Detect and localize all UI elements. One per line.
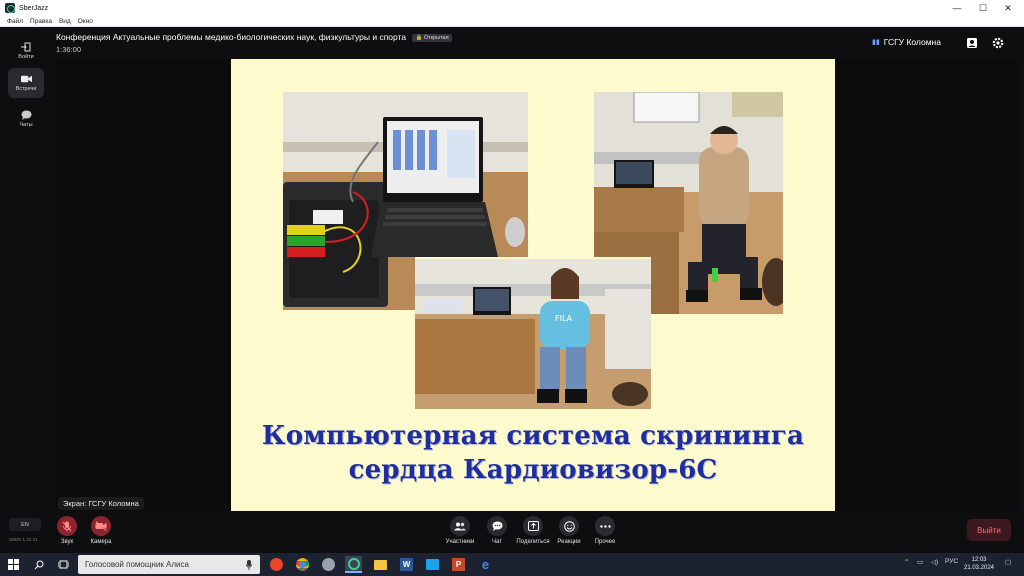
sidebar-item-label: Войти xyxy=(18,53,34,60)
alice-search-box[interactable]: Голосовой помощник Алиса xyxy=(78,555,260,574)
menu-bar: Файл Правка Вид Окно xyxy=(0,16,1024,27)
chrome-icon xyxy=(296,558,309,571)
reactions-button[interactable] xyxy=(559,516,579,536)
sidebar-item-chats[interactable]: Чаты xyxy=(8,104,44,134)
sidebar-item-login[interactable]: Войти xyxy=(8,36,44,66)
sberjazz-icon xyxy=(347,557,360,570)
notifications-icon[interactable]: ▢ xyxy=(1005,558,1011,566)
conference-title: Конференция Актуальные проблемы медико-б… xyxy=(56,32,407,42)
taskbar-app-store[interactable] xyxy=(424,556,441,573)
conference-title-row: Конференция Актуальные проблемы медико-б… xyxy=(56,32,452,42)
share-screen-icon xyxy=(527,521,539,531)
slide-caption-line-1: Компьютерная система скрининга xyxy=(261,421,805,451)
camera-off-icon xyxy=(95,521,107,531)
login-icon xyxy=(21,42,32,52)
share-button[interactable] xyxy=(523,516,543,536)
chat-icon xyxy=(21,110,32,120)
taskbar-search-button[interactable] xyxy=(30,556,47,573)
sound-button[interactable] xyxy=(57,516,77,536)
smile-icon xyxy=(563,520,575,532)
contact-book-icon xyxy=(967,38,977,48)
tray-overflow-icon[interactable]: ⌃ xyxy=(904,558,909,566)
chat-bubble-icon xyxy=(492,521,502,531)
participants-button[interactable] xyxy=(450,516,470,536)
volume-icon[interactable]: ◁) xyxy=(931,558,938,566)
mic-off-icon xyxy=(62,521,72,531)
clock-time: 12:03 xyxy=(971,557,987,563)
clock-date: 21.03.2024 xyxy=(963,565,995,571)
taskbar-app-browser[interactable] xyxy=(320,556,337,573)
alice-search-text: Голосовой помощник Алиса xyxy=(85,560,189,569)
camera-label: Камера xyxy=(90,539,112,545)
folder-icon xyxy=(374,559,387,570)
gear-icon xyxy=(992,37,1004,49)
sidebar-item-label: Встречи xyxy=(15,85,37,92)
room-signal-icon: ▮▮ xyxy=(872,39,880,46)
taskbar-app-yandex[interactable] xyxy=(268,556,285,573)
more-label: Прочее xyxy=(594,539,616,545)
taskbar-app-sberjazz[interactable] xyxy=(345,556,362,573)
microphone-icon xyxy=(246,560,252,570)
sidebar-item-meetings[interactable]: Встречи xyxy=(8,68,44,98)
tray-lang[interactable]: РУС xyxy=(945,558,958,565)
meeting-timer: 1:36:00 xyxy=(56,45,82,54)
title-bar: SberJazz — ☐ ✕ xyxy=(0,0,1024,16)
svg-text:FILA: FILA xyxy=(555,314,573,323)
more-button[interactable] xyxy=(595,516,615,536)
room-name: ▮▮ ГСГУ Коломна xyxy=(872,37,941,47)
contact-book-button[interactable] xyxy=(965,36,979,50)
globe-icon xyxy=(322,558,335,571)
start-button[interactable] xyxy=(5,556,22,573)
slide-photo-woman: FILA xyxy=(415,257,651,409)
sidebar: Войти Встречи Чаты xyxy=(0,28,50,553)
access-badge: 🔒 Открытая xyxy=(412,34,452,42)
leave-button[interactable]: Выйти xyxy=(967,519,1011,541)
camera-icon xyxy=(20,75,32,84)
chat-button[interactable] xyxy=(487,516,507,536)
task-view-button[interactable] xyxy=(55,556,72,573)
search-icon xyxy=(34,560,43,569)
maximize-button[interactable]: ☐ xyxy=(971,0,995,16)
minimize-button[interactable]: — xyxy=(945,0,969,16)
taskbar-app-explorer[interactable] xyxy=(372,556,389,573)
menu-view[interactable]: Вид xyxy=(59,18,71,25)
menu-file[interactable]: Файл xyxy=(7,18,23,25)
app-version: SBER 1.42.31 xyxy=(9,537,38,542)
taskbar-app-chrome[interactable] xyxy=(294,556,311,573)
powerpoint-icon: P xyxy=(452,558,465,571)
presentation-slide: FILA Компьютерная система скрининга серд… xyxy=(231,59,835,511)
taskbar-app-powerpoint[interactable]: P xyxy=(450,556,467,573)
menu-window[interactable]: Окно xyxy=(78,18,93,25)
store-icon xyxy=(426,559,439,570)
task-view-icon xyxy=(58,560,69,569)
system-clock[interactable]: 12:03 21.03.2024 xyxy=(962,556,996,572)
taskbar-app-edge[interactable]: e xyxy=(477,556,494,573)
settings-button[interactable] xyxy=(991,36,1005,50)
camera-button[interactable] xyxy=(91,516,111,536)
app-window: SberJazz — ☐ ✕ Файл Правка Вид Окно Войт… xyxy=(0,0,1024,553)
language-switch[interactable]: EN xyxy=(9,518,41,531)
windows-logo-icon xyxy=(8,559,19,570)
screen-share-label: Экран: ГСГУ Коломна xyxy=(58,497,144,510)
room-name-label: ГСГУ Коломна xyxy=(883,37,941,47)
participants-icon xyxy=(454,522,466,530)
access-badge-label: Открытая xyxy=(423,35,449,41)
more-dots-icon xyxy=(599,524,611,528)
menu-edit[interactable]: Правка xyxy=(30,18,52,25)
network-icon[interactable]: ▭ xyxy=(917,558,923,566)
close-window-button[interactable]: ✕ xyxy=(996,0,1020,16)
yandex-browser-icon xyxy=(270,558,283,571)
edge-icon: e xyxy=(481,557,490,572)
app-logo-icon xyxy=(5,3,15,13)
app-title: SberJazz xyxy=(19,4,49,12)
word-icon: W xyxy=(400,558,413,571)
taskbar-app-word[interactable]: W xyxy=(398,556,415,573)
sidebar-item-label: Чаты xyxy=(19,121,33,128)
slide-caption-line-2: сердца Кардиовизор-6С xyxy=(348,455,718,485)
